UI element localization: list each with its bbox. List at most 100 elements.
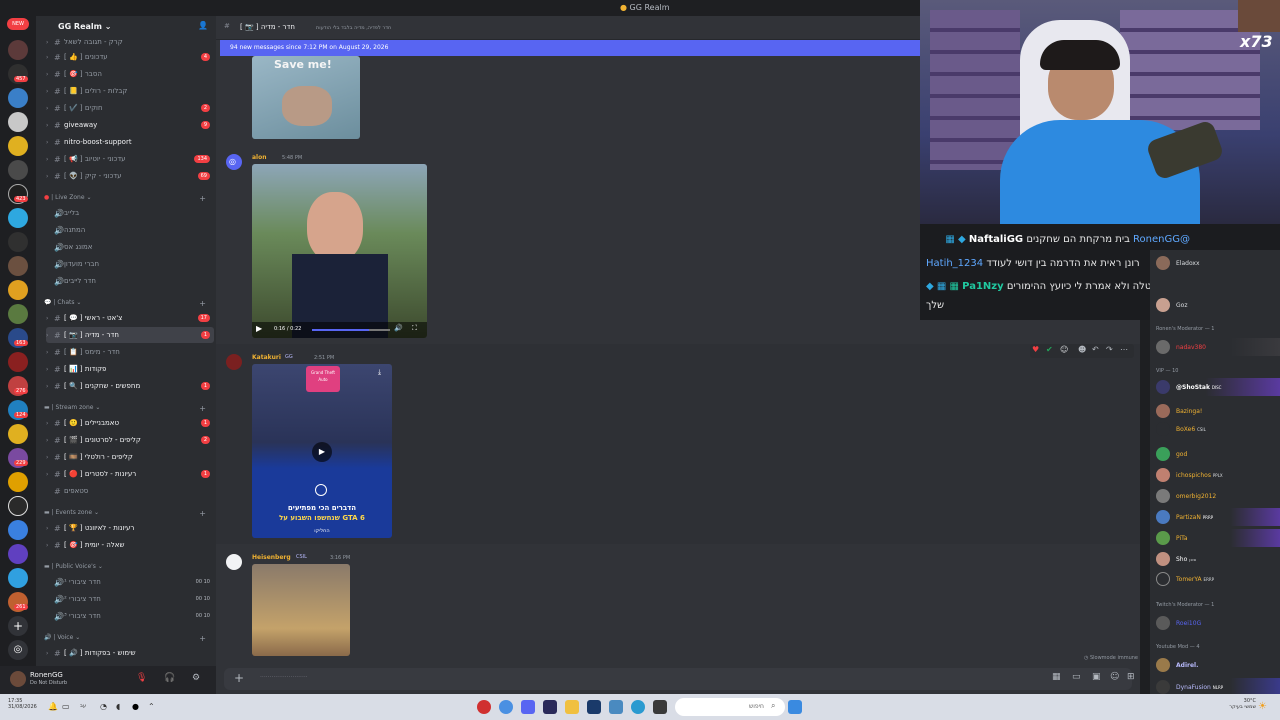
server-icon[interactable]	[8, 568, 28, 588]
volume-icon[interactable]: ◖	[116, 702, 120, 711]
forward-icon[interactable]: ↷	[1106, 345, 1113, 354]
add-member-icon[interactable]: 👤	[198, 21, 208, 30]
server-icon[interactable]	[8, 280, 28, 300]
server-icon[interactable]	[8, 472, 28, 492]
member-item[interactable]: Eladoxx	[1156, 254, 1280, 272]
member-item[interactable]: omerbig2012	[1156, 487, 1280, 505]
channel-item[interactable]: › #[ 💬 ] צ'אט - ראשי 17	[46, 310, 214, 326]
steam-icon[interactable]	[587, 700, 601, 714]
discord-taskbar-icon[interactable]	[521, 700, 535, 714]
voice-channel-item[interactable]: 🔊 חברי מועדון	[46, 256, 214, 272]
headphones-icon[interactable]: 🎧	[164, 673, 175, 683]
channel-item[interactable]: › # giveaway 9	[46, 117, 214, 133]
app-icon[interactable]	[609, 700, 623, 714]
server-icon[interactable]	[8, 40, 28, 60]
more-icon[interactable]: ⋯	[1120, 345, 1128, 354]
message-author[interactable]: Katakuri	[252, 354, 281, 361]
channel-item[interactable]: # סטאפים	[46, 483, 214, 499]
add-reaction-icon[interactable]: ☻	[1078, 345, 1086, 354]
server-icon[interactable]	[8, 112, 28, 132]
video-progress[interactable]	[312, 329, 390, 331]
app-icon[interactable]	[653, 700, 667, 714]
mic-muted-icon[interactable]: 🎙	[136, 673, 147, 683]
voice-channel-item[interactable]: 🔊 חדר ציבורי ² 00 10	[46, 591, 214, 607]
chrome-icon[interactable]	[499, 700, 513, 714]
add-channel-icon[interactable]: +	[199, 404, 206, 413]
play-icon[interactable]: ▶	[312, 442, 332, 462]
add-channel-icon[interactable]: +	[199, 299, 206, 308]
app-icon[interactable]	[543, 700, 557, 714]
wifi-icon[interactable]: ◔	[100, 702, 107, 711]
avatar[interactable]	[226, 354, 242, 370]
member-item[interactable]: Goz	[1156, 296, 1280, 314]
emoji-icon[interactable]: ☺	[1110, 672, 1119, 682]
edge-icon[interactable]	[631, 700, 645, 714]
folder-icon[interactable]	[565, 700, 579, 714]
channel-item[interactable]: › # nitro-boost-support	[46, 134, 214, 150]
channel-item[interactable]: › #[ 🎯 ] הסבר	[46, 66, 214, 82]
channel-item[interactable]: › #[ 👽 ] עדכוני - קיק 69	[46, 168, 214, 184]
channel-item[interactable]: › #[ 🔍 ] מחפשים - שחקנים 1	[46, 378, 214, 394]
heart-reaction-icon[interactable]: ♥	[1032, 345, 1039, 354]
fullscreen-icon[interactable]: ⛶	[412, 324, 417, 333]
channel-item[interactable]: › #[ 🎞️ ] קליפים - רולטלי	[46, 449, 214, 465]
download-icon[interactable]: ⤓	[378, 368, 381, 377]
server-icon[interactable]	[8, 208, 28, 228]
reply-icon[interactable]: ↶	[1092, 345, 1099, 354]
voice-channel-item[interactable]: 🔊 חדר ציבורי ³ 00 10	[46, 608, 214, 624]
message-author[interactable]: Heisenberg	[252, 554, 291, 561]
notification-icon[interactable]: 🔔	[48, 702, 58, 711]
channel-item-selected[interactable]: › #[ 📷 ] חדר - מדיה 1	[46, 327, 214, 343]
member-item[interactable]: Adirel.	[1156, 656, 1280, 674]
explore-icon[interactable]: ◎	[8, 640, 28, 660]
record-icon[interactable]: ●	[132, 702, 139, 711]
channel-item[interactable]: › #[ 📊 ] פקודות	[46, 361, 214, 377]
member-item[interactable]: Sho סוכן	[1156, 550, 1280, 568]
server-icon[interactable]	[8, 424, 28, 444]
member-item[interactable]: Bazinga!	[1156, 402, 1280, 420]
image-attachment[interactable]: Save me!	[252, 56, 360, 139]
member-item[interactable]: @ShoStak DISC	[1156, 378, 1280, 396]
taskbar-search[interactable]: חיפוש ⌕	[675, 698, 785, 716]
channel-item[interactable]: › #[ 📒 ] קבלות - רולים	[46, 83, 214, 99]
channel-item[interactable]: › #[ 📢 ] עדכוני - יוטיוב 134	[46, 151, 214, 167]
windows-start-icon[interactable]	[788, 700, 802, 714]
gif-icon[interactable]: ▭	[1072, 672, 1081, 682]
add-channel-icon[interactable]: +	[199, 509, 206, 518]
message-author[interactable]: alon	[252, 154, 267, 161]
member-item[interactable]: TomerYA ERRP	[1156, 570, 1280, 588]
server-icon[interactable]	[8, 496, 28, 516]
language-indicator[interactable]: עב	[80, 703, 86, 709]
channel-item[interactable]: › # קרק - תגובה לשאל	[46, 34, 214, 50]
add-channel-icon[interactable]: +	[199, 634, 206, 643]
play-icon[interactable]: ▶	[256, 324, 262, 333]
server-icon[interactable]	[8, 304, 28, 324]
server-icon[interactable]	[8, 160, 28, 180]
server-icon[interactable]	[8, 520, 28, 540]
member-item[interactable]: god	[1156, 445, 1280, 463]
avatar[interactable]	[10, 671, 26, 687]
sticker-icon[interactable]: ▣	[1092, 672, 1101, 682]
chevron-up-icon[interactable]: ⌃	[148, 702, 155, 711]
add-server-icon[interactable]: +	[8, 616, 28, 636]
voice-channel-item[interactable]: 🔊 אמונג אס	[46, 239, 214, 255]
monitor-icon[interactable]: ▭	[62, 702, 70, 711]
voice-channel-item[interactable]: 🔊 המתנה	[46, 222, 214, 238]
gift-icon[interactable]: ▦	[1052, 672, 1061, 682]
emoji-reaction-icon[interactable]: ☺	[1060, 345, 1068, 354]
channel-item[interactable]: › #[ 🎯 ] שאלה - יומית	[46, 537, 214, 553]
volume-icon[interactable]: 🔊	[394, 324, 403, 332]
server-icon[interactable]	[8, 352, 28, 372]
app-icon[interactable]	[477, 700, 491, 714]
avatar[interactable]	[226, 554, 242, 570]
member-item[interactable]: ichospichos PPLX	[1156, 466, 1280, 484]
add-channel-icon[interactable]: +	[199, 194, 206, 203]
video-attachment[interactable]: ▶ 0:16 / 0:22 🔊 ⛶	[252, 164, 427, 338]
message-input[interactable]: + ························· ▦ ▭ ▣ ☺ ⊞	[224, 668, 1135, 690]
member-item[interactable]: nadav380	[1156, 338, 1280, 356]
channel-item[interactable]: › #[ 🔴 ] רעיונות - לסטרים 1	[46, 466, 214, 482]
server-icon[interactable]	[8, 88, 28, 108]
member-item[interactable]: BoXe6 CSIL	[1156, 420, 1280, 438]
channel-item[interactable]: › #[ 🏆 ] רעיונות - לאיוונט	[46, 520, 214, 536]
channel-item[interactable]: › #[ 📋 ] חדר - מימס	[46, 344, 214, 360]
